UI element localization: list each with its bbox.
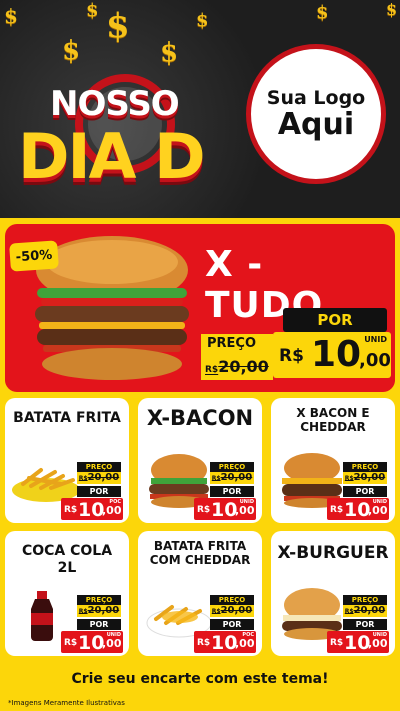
title-line1: NOSSO [50, 84, 180, 124]
por-label: POR [343, 619, 387, 630]
old-price: R$20,00 [343, 605, 387, 617]
new-price: R$ 10,00 UNID [61, 631, 123, 654]
product-card[interactable]: COCA COLA 2L PREÇO R$20,00 POR R$ 10,00 UNID [5, 531, 129, 656]
new-price: R$ 10,00 UNID [327, 631, 389, 654]
old-price: R$20,00 [201, 354, 273, 380]
product-card[interactable]: BATATA FRITA COM CHEDDAR PREÇO R$20,00 POR R… [138, 531, 262, 656]
product-name: X-BACON [146, 406, 254, 430]
product-card[interactable]: BATATA FRITA PREÇO R$20,00 POR R$ 10,00 POC [5, 398, 129, 523]
disclaimer-text: *Imagens Meramente Ilustrativas [8, 699, 125, 707]
old-price: R$20,00 [210, 472, 254, 484]
logo-line1: Sua Logo [266, 87, 366, 110]
logo-line2: Aqui [277, 107, 355, 143]
new-price: R$ 10,00 UNID [327, 498, 389, 521]
product-name: X BACON E CHEDDAR [296, 406, 370, 435]
new-price: R$ 10,00 POC [194, 631, 256, 654]
campaign-title: NOSSO DIA D [10, 18, 240, 203]
title-line2: DIA D [18, 120, 206, 193]
preco-label: PREÇO [77, 462, 121, 472]
dollar-coin-icon: $ [386, 0, 398, 19]
product-card[interactable]: X-BACON PREÇO R$20,00 POR R$ 10,00 UNID [138, 398, 262, 523]
old-price: R$20,00 [77, 472, 121, 484]
logo-placeholder: Sua Logo Aqui [246, 44, 386, 184]
preco-label: PREÇO [201, 334, 273, 354]
por-label: POR [77, 486, 121, 497]
new-price: R$ 10 ,00 UNID [273, 332, 391, 378]
preco-label: PREÇO [343, 595, 387, 605]
product-name: COCA COLA 2L [21, 543, 113, 576]
por-label: POR [210, 619, 254, 630]
product-name: X-BURGUER [277, 543, 389, 563]
new-price: R$ 10,00 POC [61, 498, 123, 521]
product-name: BATATA FRITA COM CHEDDAR [149, 539, 251, 568]
preco-label: PREÇO [343, 462, 387, 472]
product-name: BATATA FRITA [13, 410, 121, 426]
por-label: POR [77, 619, 121, 630]
preco-label: PREÇO [77, 595, 121, 605]
new-price: R$ 10,00 UNID [194, 498, 256, 521]
preco-label: PREÇO [210, 595, 254, 605]
header-banner: $ $ $ $ $ $ $ $ NOSSO DIA D Sua Logo Aqu… [0, 0, 400, 218]
preco-label: PREÇO [210, 462, 254, 472]
old-price: R$20,00 [77, 605, 121, 617]
featured-product-card[interactable]: -50% X - TUDO POR PREÇO R$20,00 R$ 10 ,0… [5, 224, 395, 392]
por-label: POR [343, 486, 387, 497]
por-label: POR [210, 486, 254, 497]
cta-button[interactable]: Crie seu encarte com este tema! [54, 666, 346, 692]
product-card[interactable]: X-BURGUER PREÇO R$20,00 POR R$ 10,00 UNID [271, 531, 395, 656]
old-price: R$20,00 [343, 472, 387, 484]
product-card[interactable]: X BACON E CHEDDAR PREÇO R$20,00 POR R$ 10,00 U… [271, 398, 395, 523]
por-label: POR [283, 308, 387, 332]
discount-badge: -50% [9, 240, 59, 272]
dollar-coin-icon: $ [316, 2, 329, 23]
old-price: R$20,00 [210, 605, 254, 617]
